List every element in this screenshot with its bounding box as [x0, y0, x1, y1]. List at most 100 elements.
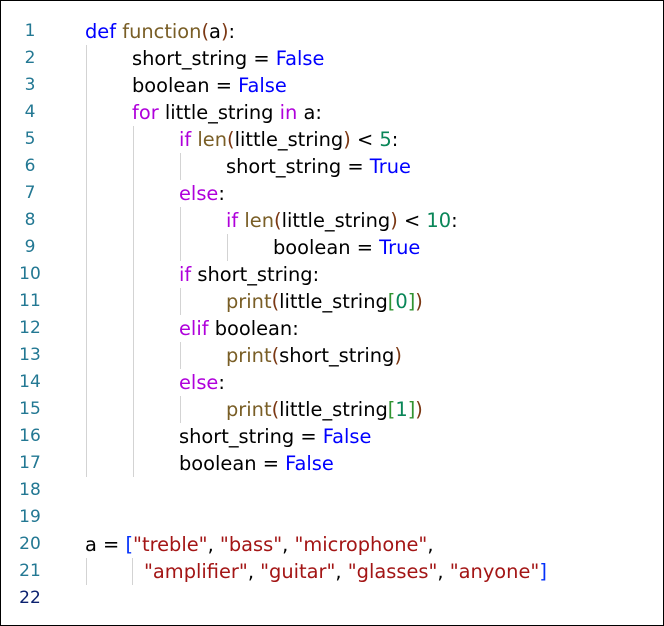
code-line[interactable]: 11 print(little_string[0]) — [1, 288, 663, 315]
indent-guide — [86, 450, 87, 477]
code-line[interactable]: 21 "amplifier", "guitar", "glasses", "any… — [1, 558, 663, 585]
line-number: 19 — [19, 507, 41, 527]
code-token: little_string — [279, 290, 388, 313]
line-number: 5 — [24, 129, 36, 149]
line-number: 2 — [24, 48, 36, 68]
code-token: boolean — [273, 236, 351, 259]
code-line[interactable]: 6 short_string = True — [1, 153, 663, 180]
code-line[interactable]: 12 elif boolean: — [1, 315, 663, 342]
code-line[interactable]: 3 boolean = False — [1, 72, 663, 99]
code-token: print — [226, 290, 272, 313]
indent-guide — [133, 315, 134, 342]
code-text: if len(little_string) < 5: — [179, 126, 398, 153]
code-token: print — [226, 344, 272, 367]
code-text: boolean = False — [132, 72, 287, 99]
code-token: , — [247, 560, 261, 583]
code-line[interactable]: 18 — [1, 477, 663, 504]
code-token: little_string — [281, 209, 391, 232]
line-number: 1 — [24, 21, 36, 41]
indent-guide — [133, 450, 134, 477]
line-number: 8 — [24, 210, 36, 230]
indent-guide — [133, 261, 134, 288]
indent-guide — [86, 99, 87, 126]
code-line[interactable]: 20 a = ["treble", "bass", "microphone", — [1, 531, 663, 558]
code-text: boolean = True — [273, 234, 420, 261]
code-token: elif — [179, 317, 209, 340]
indent-guide — [133, 153, 134, 180]
code-token: "guitar" — [260, 560, 336, 583]
code-token: ) — [343, 128, 351, 151]
line-number: 15 — [19, 399, 41, 419]
line-number: 21 — [19, 561, 41, 581]
line-number: 7 — [24, 183, 36, 203]
code-token: if — [179, 263, 192, 286]
code-text: short_string = False — [132, 45, 324, 72]
code-token: = — [256, 452, 286, 475]
line-number: 16 — [19, 426, 41, 446]
code-token: ( — [271, 344, 280, 367]
code-token: boolean — [208, 317, 293, 340]
code-token: short_string — [279, 344, 395, 367]
code-token: 10 — [426, 209, 452, 232]
indent-guide — [86, 261, 87, 288]
indent-guide — [86, 369, 87, 396]
code-editor[interactable]: 1 def function(a): 2 short_string = False 3 b… — [1, 18, 663, 612]
code-token: = — [350, 236, 380, 259]
code-line[interactable]: 16 short_string = False — [1, 423, 663, 450]
code-line[interactable]: 5 if len(little_string) < 5: — [1, 126, 663, 153]
code-line[interactable]: 13 print(short_string) — [1, 342, 663, 369]
code-text: boolean = False — [179, 450, 334, 477]
code-text: print(short_string) — [226, 342, 402, 369]
code-token: 0 — [395, 290, 408, 313]
code-text: short_string = True — [226, 153, 411, 180]
code-line[interactable]: 17 boolean = False — [1, 450, 663, 477]
code-line[interactable]: 22 — [1, 585, 663, 612]
code-token: len — [244, 209, 274, 232]
code-token: , — [427, 533, 434, 556]
code-line[interactable]: 19 — [1, 504, 663, 531]
code-line[interactable]: 9 boolean = True — [1, 234, 663, 261]
code-line[interactable]: 14 else: — [1, 369, 663, 396]
indent-guide — [86, 45, 87, 72]
indent-guide — [86, 207, 87, 234]
indent-guide — [133, 369, 134, 396]
indent-guide — [180, 288, 181, 315]
code-text: a = ["treble", "bass", "microphone", — [85, 531, 434, 558]
line-number: 3 — [24, 75, 36, 95]
code-text: "amplifier", "guitar", "glasses", "anyon… — [144, 558, 547, 585]
code-text: print(little_string[0]) — [226, 288, 423, 315]
indent-guide — [133, 207, 134, 234]
code-token: = — [96, 533, 126, 556]
code-token: boolean — [179, 452, 257, 475]
code-token: = — [209, 74, 239, 97]
indent-guide — [86, 288, 87, 315]
code-text: print(little_string[1]) — [226, 396, 423, 423]
code-text: for little_string in a: — [132, 99, 322, 126]
code-token: a — [85, 533, 97, 556]
code-line[interactable]: 10 if short_string: — [1, 261, 663, 288]
code-token: , — [437, 560, 450, 583]
code-text: elif boolean: — [179, 315, 299, 342]
code-token: False — [285, 452, 334, 475]
indent-guide — [86, 558, 87, 585]
line-number: 17 — [19, 453, 41, 473]
code-line[interactable]: 2 short_string = False — [1, 45, 663, 72]
code-token: little_string — [234, 128, 344, 151]
line-number: 9 — [24, 237, 36, 257]
code-token: ) — [415, 290, 423, 313]
code-token: ( — [227, 128, 235, 151]
code-line[interactable]: 8 if len(little_string) < 10: — [1, 207, 663, 234]
code-line[interactable]: 15 print(little_string[1]) — [1, 396, 663, 423]
code-token: function — [122, 20, 202, 43]
indent-guide — [86, 126, 87, 153]
code-token: "glasses" — [347, 560, 438, 583]
line-number: 6 — [24, 156, 36, 176]
indent-guide — [132, 558, 133, 585]
code-text: def function(a): — [85, 18, 235, 45]
indent-guide — [133, 234, 134, 261]
code-line[interactable]: 4 for little_string in a: — [1, 99, 663, 126]
code-token: ( — [201, 20, 210, 43]
code-token: : — [312, 263, 320, 286]
code-line[interactable]: 7 else: — [1, 180, 663, 207]
code-line[interactable]: 1 def function(a): — [1, 18, 663, 45]
